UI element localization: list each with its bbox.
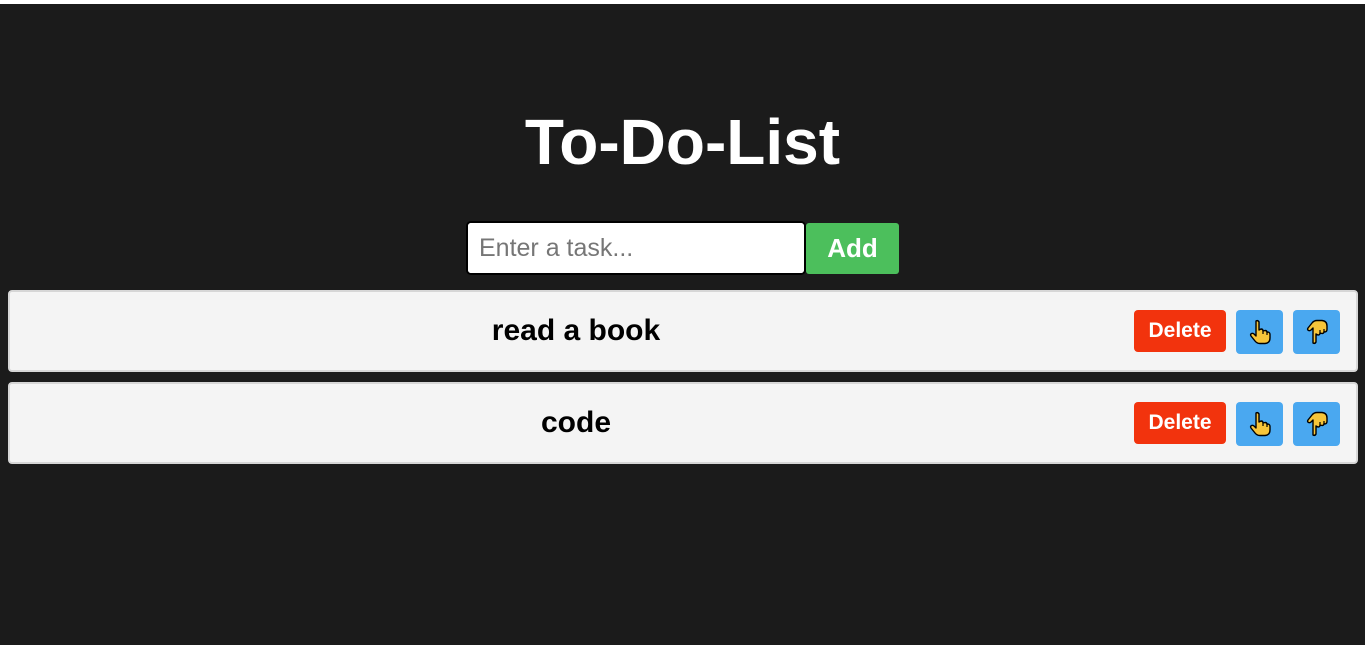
task-input[interactable] [466,221,806,275]
task-actions: Delete [1134,402,1340,446]
add-task-form: Add [466,221,899,275]
task-item: read a book Delete [8,290,1358,372]
pointing-up-hand-icon [1249,411,1271,437]
delete-button[interactable]: Delete [1134,402,1226,444]
delete-button[interactable]: Delete [1134,310,1226,352]
page-title: To-Do-List [524,106,841,178]
task-text: read a book [491,314,661,347]
move-down-button[interactable] [1293,310,1340,354]
task-text: code [540,406,612,439]
page: To-Do-List Add read a book Delete [0,4,1365,645]
pointing-up-hand-icon [1249,319,1271,345]
task-item: code Delete [8,382,1358,464]
task-list: read a book Delete code Delete [8,290,1358,474]
pointing-down-hand-icon [1306,319,1328,345]
pointing-down-hand-icon [1306,411,1328,437]
move-down-button[interactable] [1293,402,1340,446]
move-up-button[interactable] [1236,402,1283,446]
add-button[interactable]: Add [806,222,899,274]
move-up-button[interactable] [1236,310,1283,354]
task-actions: Delete [1134,310,1340,354]
